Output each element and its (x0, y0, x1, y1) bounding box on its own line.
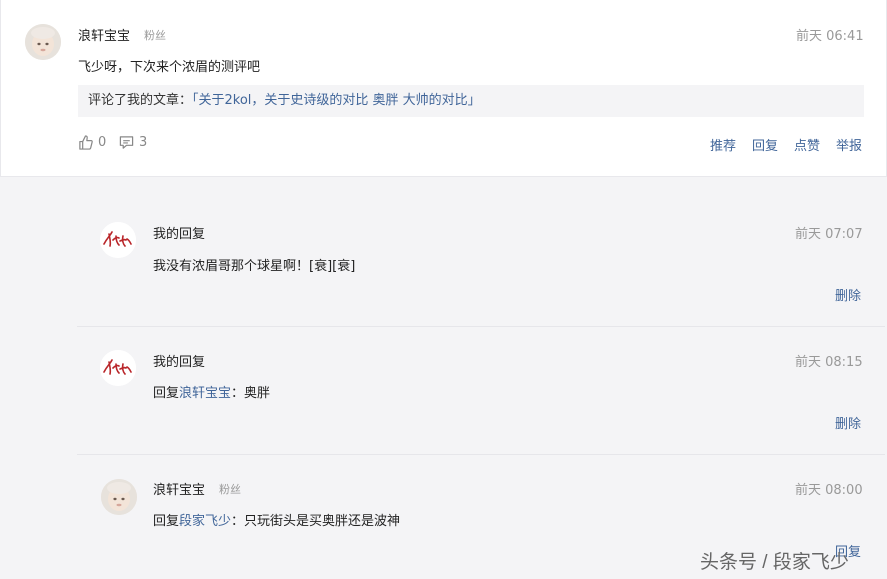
mention-link[interactable]: 段家飞少 (179, 514, 231, 529)
fan-badge: 粉丝 (144, 29, 166, 42)
delete-button[interactable]: 删除 (835, 413, 861, 432)
reply-author: 我的回复 (153, 227, 206, 242)
comment-time: 前天 06:41 (796, 29, 864, 44)
reply-body: ：奥胖 (231, 386, 271, 401)
reply-time: 前天 08:00 (795, 483, 863, 498)
reply-count-value: 3 (139, 135, 148, 150)
reply-prefix: 回复 (153, 386, 180, 401)
fan-badge: 粉丝 (219, 483, 241, 496)
reply-author: 我的回复 (153, 355, 206, 370)
mention-link[interactable]: 浪轩宝宝 (179, 386, 231, 401)
reply-time: 前天 07:07 (795, 227, 863, 242)
user-avatar[interactable] (101, 479, 137, 515)
reply-text: 回复浪轩宝宝：奥胖 (153, 382, 270, 401)
reply-prefix: 回复 (153, 514, 180, 529)
quoted-article[interactable]: 评论了我的文章：「关于2kol，关于史诗级的对比 奥胖 大帅的对比」 (78, 85, 864, 117)
comment-icon (119, 136, 134, 149)
reply-button[interactable]: 回复 (752, 135, 778, 154)
reply-text: 我没有浓眉哥那个球星啊！[衰][衰] (153, 259, 356, 274)
quote-prefix: 评论了我的文章： (88, 93, 193, 108)
article-link[interactable]: 「关于2kol，关于史诗级的对比 奥胖 大帅的对比」 (192, 93, 481, 108)
author-name[interactable]: 浪轩宝宝 (78, 25, 130, 44)
reply-text: 回复段家飞少：只玩街头是买奥胖还是波神 (153, 510, 400, 529)
thumbs-up-icon (79, 135, 93, 150)
reply-count[interactable]: 3 (119, 135, 147, 150)
like-count[interactable]: 0 (78, 135, 106, 150)
reply-author[interactable]: 浪轩宝宝 (153, 479, 205, 498)
delete-button[interactable]: 删除 (835, 285, 861, 304)
my-avatar[interactable] (100, 222, 136, 258)
my-avatar[interactable] (100, 350, 136, 386)
recommend-button[interactable]: 推荐 (710, 135, 736, 154)
report-button[interactable]: 举报 (836, 135, 862, 154)
like-button[interactable]: 点赞 (794, 135, 820, 154)
reply-time: 前天 08:15 (795, 355, 863, 370)
user-avatar[interactable] (25, 24, 61, 60)
watermark: 头条号 / 段家飞少 (700, 552, 849, 573)
reply-body: ：只玩街头是买奥胖还是波神 (231, 514, 401, 529)
comment-text: 飞少呀，下次来个浓眉的测评吧 (78, 60, 261, 75)
comment-card: 浪轩宝宝 粉丝 前天 06:41 飞少呀，下次来个浓眉的测评吧 评论了我的文章：… (0, 0, 887, 177)
like-count-value: 0 (98, 135, 107, 150)
